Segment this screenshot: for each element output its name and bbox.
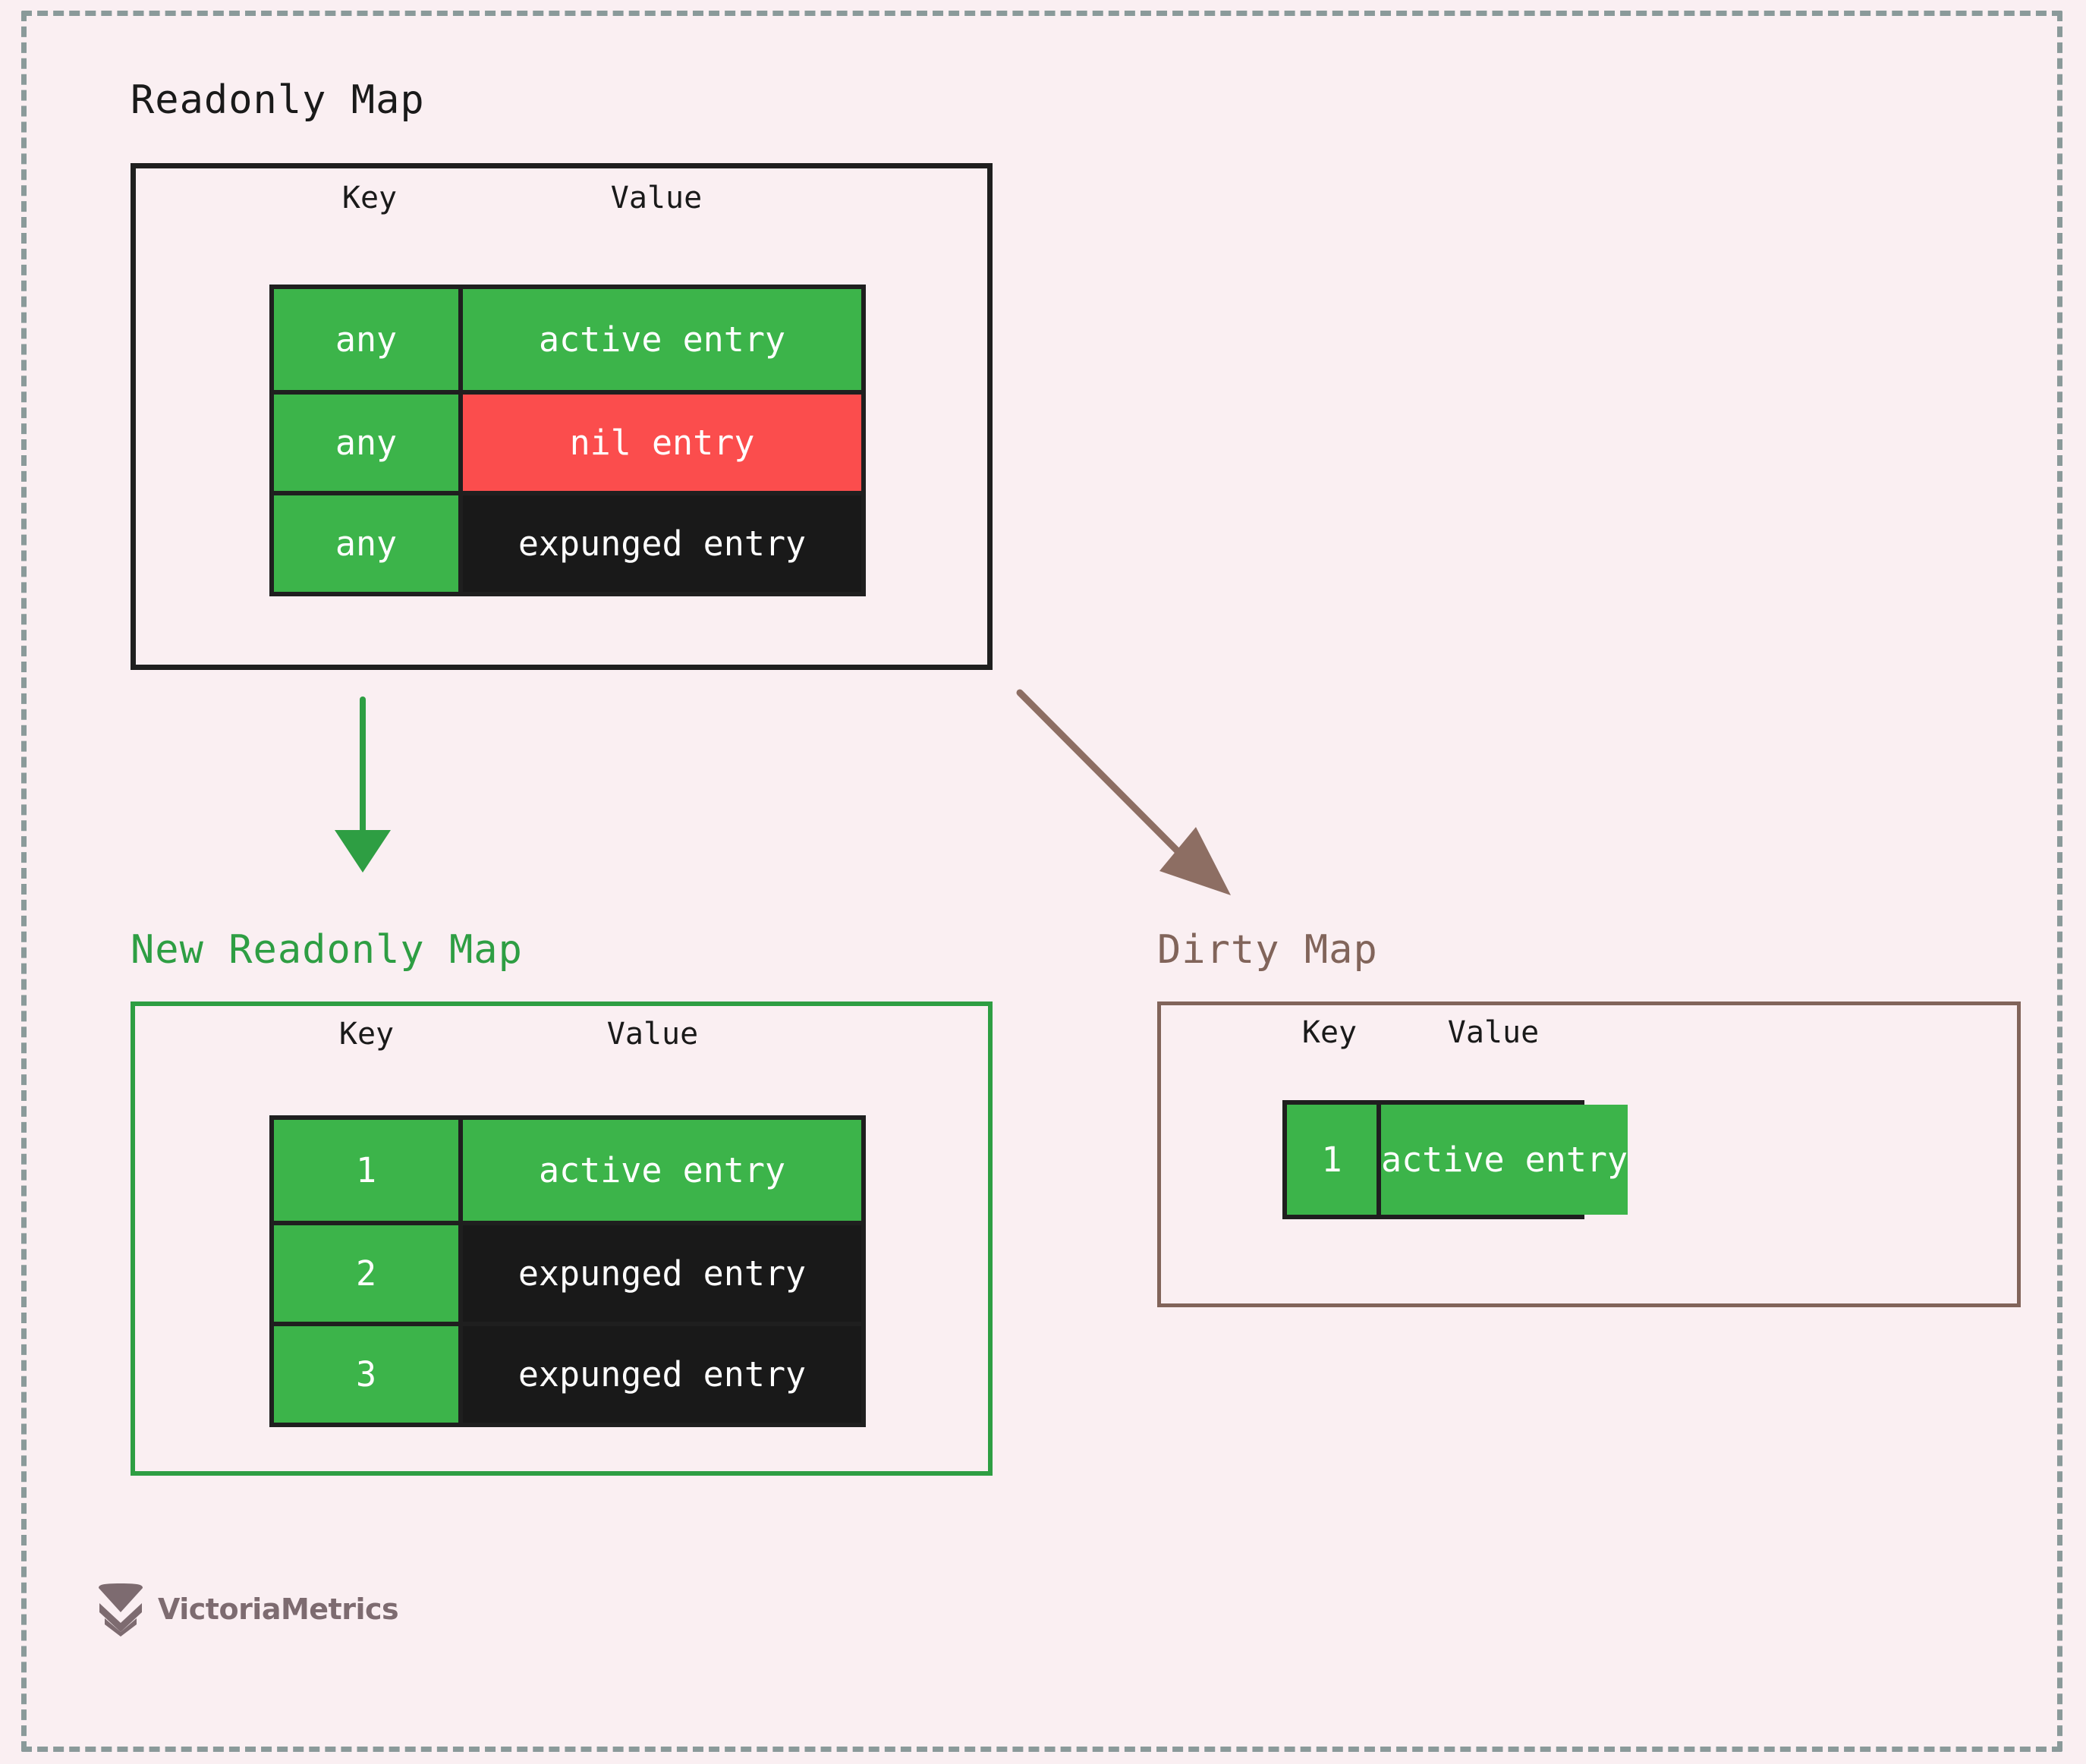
new-readonly-map-key-header: Key — [338, 1017, 395, 1052]
table-row[interactable]: any expunged entry — [274, 491, 861, 592]
branding: VictoriaMetrics — [97, 1582, 399, 1637]
table-row[interactable]: 1 active entry — [1287, 1105, 1628, 1215]
new-readonly-row-2-key: 3 — [274, 1326, 463, 1423]
readonly-map-key-header: Key — [341, 181, 398, 215]
readonly-row-1-key: any — [274, 395, 463, 491]
readonly-row-1-value: nil entry — [463, 395, 861, 491]
table-row[interactable]: 1 active entry — [274, 1120, 861, 1221]
new-readonly-row-1-value: expunged entry — [463, 1225, 861, 1322]
brand-name: VictoriaMetrics — [158, 1593, 399, 1626]
readonly-row-2-value: expunged entry — [463, 495, 861, 592]
dirty-row-0-value: active entry — [1381, 1105, 1628, 1215]
dirty-map-table: 1 active entry — [1282, 1100, 1628, 1219]
new-readonly-row-1-key: 2 — [274, 1225, 463, 1322]
victoriametrics-chevron-logo-icon — [99, 1583, 143, 1637]
new-readonly-map-value-header: Value — [606, 1017, 699, 1052]
table-row[interactable]: any active entry — [274, 289, 861, 390]
readonly-row-0-value: active entry — [463, 289, 861, 390]
readonly-map-table: any active entry any nil entry any expun… — [269, 285, 866, 596]
new-readonly-row-0-key: 1 — [274, 1120, 463, 1221]
dirty-row-0-key: 1 — [1287, 1105, 1381, 1215]
table-row[interactable]: 3 expunged entry — [274, 1322, 861, 1423]
dirty-map-title: Dirty Map — [1157, 927, 1378, 973]
new-readonly-row-0-value: active entry — [463, 1120, 861, 1221]
dirty-map-key-header: Key — [1301, 1015, 1358, 1050]
readonly-row-0-key: any — [274, 289, 463, 390]
new-readonly-map-table: 1 active entry 2 expunged entry 3 expung… — [269, 1115, 866, 1427]
dirty-map-value-header: Value — [1447, 1015, 1540, 1050]
diagram-canvas: Readonly Map Key Value any active entry … — [0, 0, 2086, 1764]
new-readonly-map-title: New Readonly Map — [131, 927, 523, 973]
arrow-readonly-to-dirty — [1016, 689, 1231, 895]
readonly-map-title: Readonly Map — [131, 77, 425, 123]
readonly-row-2-key: any — [274, 495, 463, 592]
table-row[interactable]: any nil entry — [274, 390, 861, 491]
table-row[interactable]: 2 expunged entry — [274, 1221, 861, 1322]
arrow-readonly-to-new-readonly — [335, 696, 391, 873]
readonly-map-value-header: Value — [610, 181, 703, 215]
new-readonly-row-2-value: expunged entry — [463, 1326, 861, 1423]
